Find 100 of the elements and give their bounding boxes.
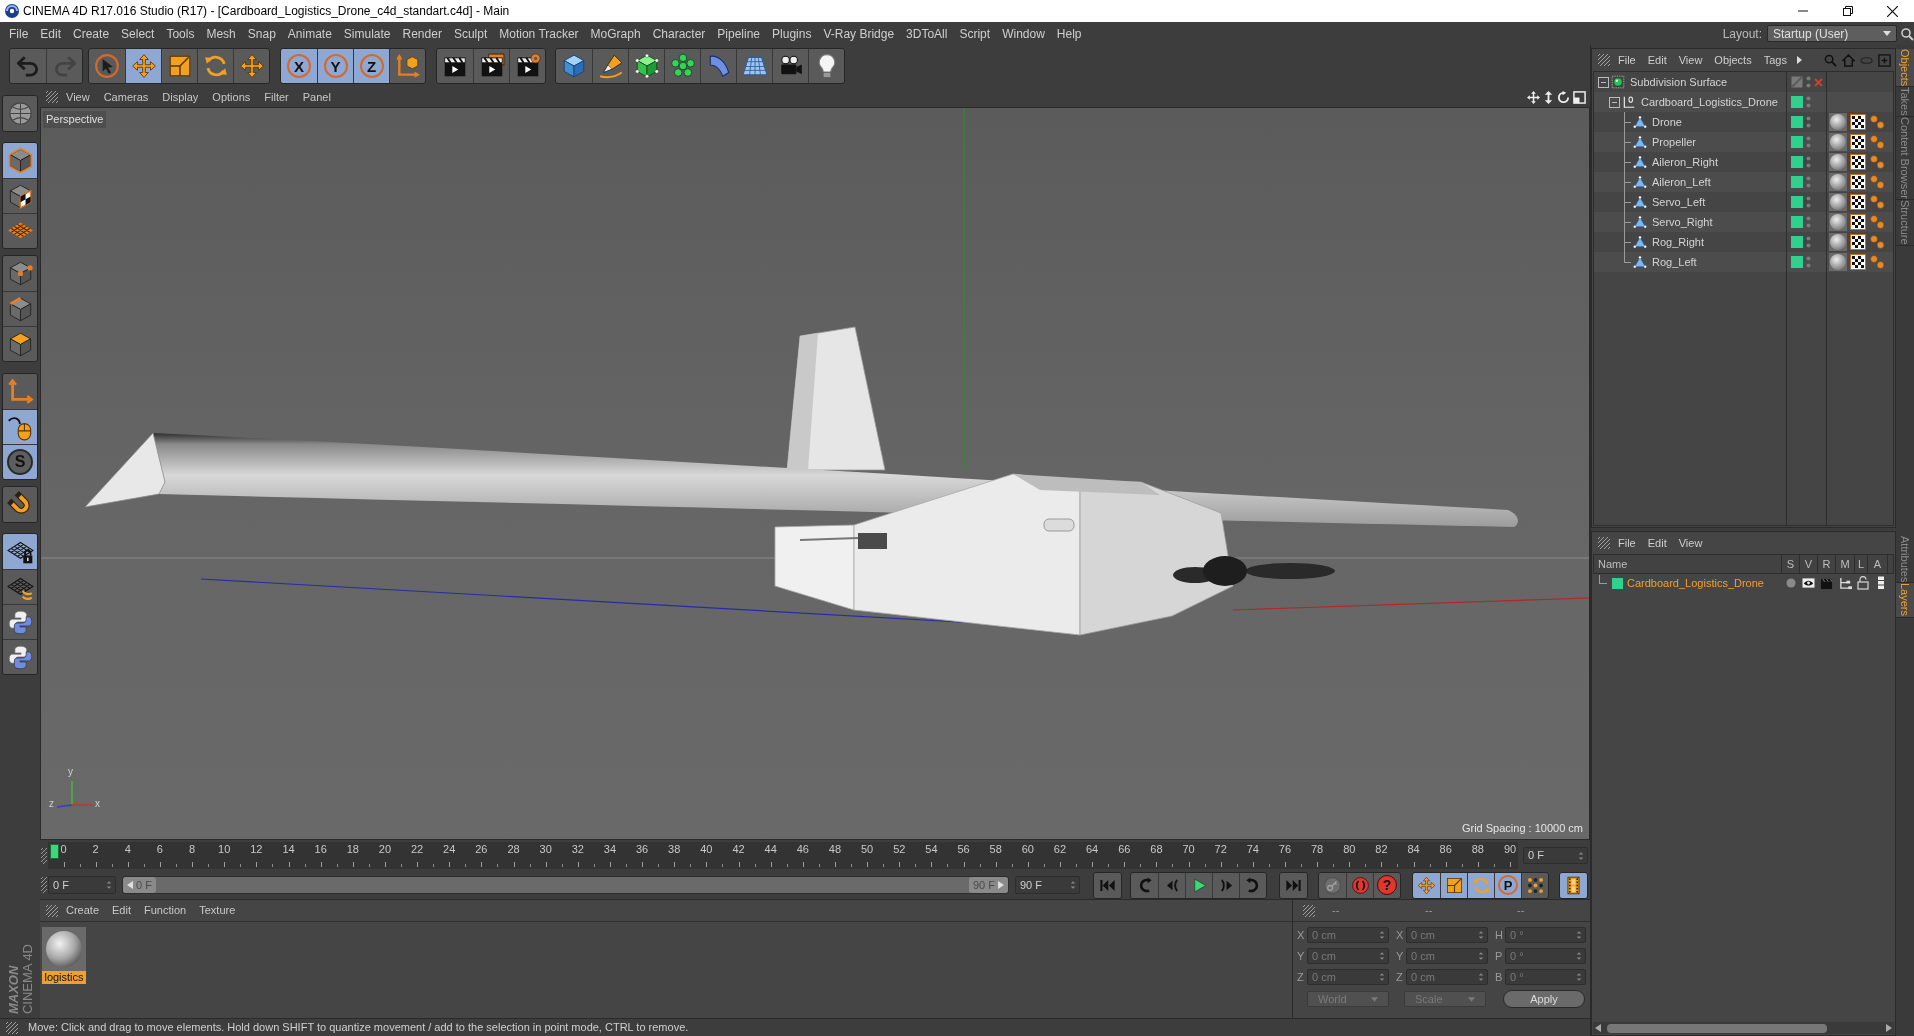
object-name[interactable]: Rog_Right [1652,233,1704,251]
material-name[interactable]: logistics [42,971,86,984]
make-editable-button[interactable] [3,96,37,131]
column-header[interactable]: V [1800,555,1818,573]
menu-item[interactable]: Snap [247,24,276,43]
grip-icon[interactable] [41,847,47,864]
dots-tag-icon[interactable] [1869,254,1885,270]
move-tool-button[interactable] [1413,872,1440,898]
object-name[interactable]: Propeller [1652,133,1697,151]
dots-tag-icon[interactable] [1869,134,1885,150]
layer-color-swatch[interactable] [1791,176,1803,188]
axis-lock-button[interactable]: Z [353,49,389,83]
layer-color-swatch[interactable] [1791,156,1803,168]
menu-item[interactable]: Select [121,24,155,43]
menu-item[interactable]: Options [212,88,251,106]
spinner-icon[interactable] [106,880,112,890]
eye-icon[interactable] [1802,577,1815,589]
transform-tool-button[interactable] [233,49,269,83]
bars-icon[interactable] [1877,576,1885,590]
side-tab[interactable]: Attributes [1896,536,1914,584]
rotate-tool-button[interactable] [197,49,233,83]
grip-icon[interactable] [46,91,58,103]
spinner-icon[interactable] [1478,930,1484,940]
layer-color-swatch[interactable] [1791,116,1803,128]
record-objects-button[interactable] [1319,872,1346,898]
object-name[interactable]: Aileron_Left [1652,173,1711,191]
collapse-icon[interactable] [1609,96,1620,108]
menu-item[interactable]: File [1618,534,1636,552]
side-tab[interactable]: Objects [1896,49,1914,88]
cube-button[interactable] [556,49,592,83]
floor-button[interactable] [736,49,772,83]
spinner-icon[interactable] [1578,850,1584,861]
edges-mode-button[interactable] [3,291,37,326]
side-tab[interactable]: Content Browser [1896,117,1914,200]
checker-tag-icon[interactable] [1850,234,1866,250]
menu-item[interactable]: Pipeline [717,24,761,43]
dot-icon[interactable] [1785,577,1797,589]
object-name[interactable]: Servo_Right [1652,213,1713,231]
layer-color-swatch[interactable] [1791,216,1803,228]
scrollbar-thumb[interactable] [1607,1023,1827,1033]
layer-color-swatch[interactable] [1791,236,1803,248]
layer-color-swatch[interactable] [1791,136,1803,148]
caret-icon[interactable] [1883,31,1891,36]
menu-item[interactable]: Tools [166,24,195,43]
menu-item[interactable]: Panel [302,88,331,106]
grip-icon[interactable] [1303,904,1315,917]
axis-lock-button[interactable]: X [281,49,317,83]
two-dots-icon[interactable] [1806,196,1811,208]
menu-item[interactable]: Create [73,24,110,43]
airplane-model-drawing[interactable] [84,326,1518,636]
menu-item[interactable]: Animate [287,24,332,43]
lock-workplane-button[interactable] [3,534,37,569]
object-name[interactable]: Rog_Left [1652,253,1697,271]
move-tool-button[interactable] [125,49,161,83]
keyframe-selection-button[interactable]: ? [1373,872,1400,898]
side-tab[interactable]: Takes [1896,87,1914,118]
two-dots-icon[interactable] [1806,236,1811,248]
dots-tag-icon[interactable] [1869,114,1885,130]
material-thumbnail[interactable] [42,927,86,971]
menu-item[interactable]: Motion Tracker [499,24,579,43]
menu-item[interactable]: Objects [1714,51,1752,69]
workplane-mode-button[interactable] [3,213,37,248]
spinner-icon[interactable] [1070,880,1076,890]
menu-item[interactable]: Display [162,88,199,106]
checker-tag-icon[interactable] [1850,154,1866,170]
hierarchy-icon[interactable] [1839,576,1852,590]
select-tool-button[interactable] [89,49,125,83]
dots-tag-icon[interactable] [1869,234,1885,250]
menu-item[interactable]: Edit [1647,534,1667,552]
grip-icon[interactable] [1598,54,1610,66]
dots-tag-icon[interactable] [1869,154,1885,170]
menu-item[interactable]: Create [66,902,100,919]
scroll-left-icon[interactable] [1595,1024,1601,1032]
axis-mode-button[interactable] [3,374,37,409]
sphere-tag-icon[interactable] [1829,113,1847,131]
menu-item[interactable]: 3DToAll [906,24,948,43]
spinner-icon[interactable] [1478,972,1484,982]
scale-tool-button[interactable] [161,49,197,83]
menu-item[interactable]: Help [1056,24,1082,43]
menu-item[interactable]: Window [1002,24,1045,43]
grip-icon[interactable] [6,1021,18,1034]
cloner-button[interactable] [664,49,700,83]
scroll-right-icon[interactable] [1886,1024,1892,1032]
sphere-tag-icon[interactable] [1829,173,1847,191]
layer-color-swatch[interactable] [1791,96,1803,108]
workplane-rotate-button[interactable] [3,569,37,604]
spinner-icon[interactable] [1379,951,1385,961]
layer-color-swatch[interactable] [1791,256,1803,268]
menu-item[interactable]: Mesh [206,24,236,43]
render-picture-viewer-button[interactable] [473,49,509,83]
spinner-icon[interactable] [1379,930,1385,940]
menu-item[interactable]: Tags [1763,51,1787,69]
two-dots-icon[interactable] [1806,96,1811,108]
next-key-button[interactable] [1239,872,1266,898]
spinner-icon[interactable] [1379,972,1385,982]
two-dots-icon[interactable] [1806,76,1811,88]
menu-item[interactable]: Filter [264,88,289,106]
play-button[interactable] [1185,872,1212,898]
timeline-ruler[interactable]: 0 2 4 6 8 10 12 14 16 18 20 22 24 26 28 30 32 34 36 38 40 42 44 46 48 50 52 54 56 58 60 62 64 66 68 70 72 74 76 78 80 82 84 86 88 90 [48,842,1518,869]
triangle-right-icon[interactable] [998,881,1004,889]
